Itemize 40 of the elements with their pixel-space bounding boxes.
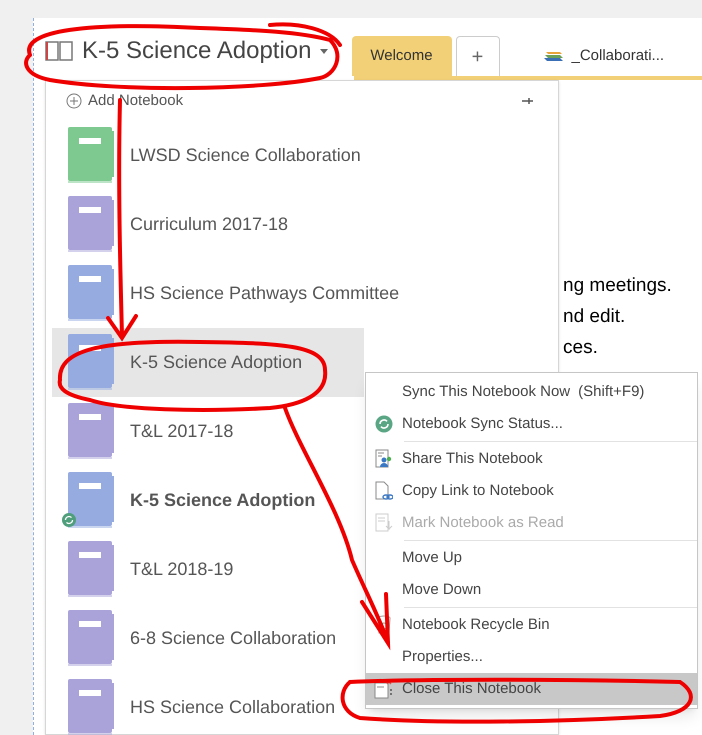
plus-icon [66, 93, 82, 109]
menu-item[interactable]: Properties... [366, 641, 697, 673]
page-text: ces. [563, 336, 599, 360]
notebook-name: HS Science Collaboration [130, 696, 336, 719]
notebook-name: K-5 Science Adoption [130, 489, 316, 512]
section-group-icon [544, 50, 564, 62]
notebook-item[interactable]: K-5 Science Adoption [52, 328, 364, 397]
book-icon [44, 40, 74, 62]
menu-item[interactable]: Copy Link to Notebook [366, 475, 697, 507]
page-text: nd edit. [563, 305, 626, 329]
notebook-name: Curriculum 2017-18 [130, 213, 288, 236]
notebook-name: 6-8 Science Collaboration [130, 627, 336, 650]
menu-item[interactable]: Sync This Notebook Now (Shift+F9) [366, 376, 697, 408]
add-notebook-button[interactable]: Add Notebook [66, 90, 184, 112]
page-text: ng meetings. [563, 274, 672, 298]
section-group-tab[interactable]: _Collaborati... [530, 36, 678, 76]
notebook-item[interactable]: Curriculum 2017-18 [52, 190, 364, 259]
notebook-item[interactable]: T&L 2018-19 [52, 535, 364, 604]
menu-item[interactable]: Share This Notebook [366, 443, 697, 475]
notebook-item[interactable]: 6-8 Science Collaboration [52, 604, 364, 673]
new-section-tab[interactable]: + [456, 36, 500, 76]
section-tab[interactable]: Welcome [352, 36, 452, 76]
notebook-name: T&L 2017-18 [130, 420, 234, 443]
menu-item[interactable]: Notebook Sync Status... [366, 408, 697, 440]
notebook-name: K-5 Science Adoption [130, 351, 302, 374]
notebook-item[interactable]: LWSD Science Collaboration [52, 121, 369, 190]
notebook-name: T&L 2018-19 [130, 558, 234, 581]
notebook-item[interactable]: HS Science Pathways Committee [52, 259, 408, 328]
notebook-picker[interactable]: K-5 Science Adoption [44, 28, 336, 74]
notebook-item[interactable]: HS Science Collaboration [52, 673, 364, 735]
menu-item[interactable]: Notebook Recycle Bin [366, 609, 697, 641]
menu-item[interactable]: Move Down [366, 574, 697, 606]
caret-icon [320, 48, 328, 54]
shortcut-text: (Shift+F9) [578, 382, 644, 402]
notebook-name: HS Science Pathways Committee [130, 282, 400, 305]
menu-item[interactable]: Move Up [366, 542, 697, 574]
notebook-item[interactable]: K-5 Science Adoption [52, 466, 364, 535]
pin-icon[interactable] [522, 96, 534, 106]
notebook-item[interactable]: T&L 2017-18 [52, 397, 364, 466]
notebook-name: LWSD Science Collaboration [130, 144, 361, 167]
